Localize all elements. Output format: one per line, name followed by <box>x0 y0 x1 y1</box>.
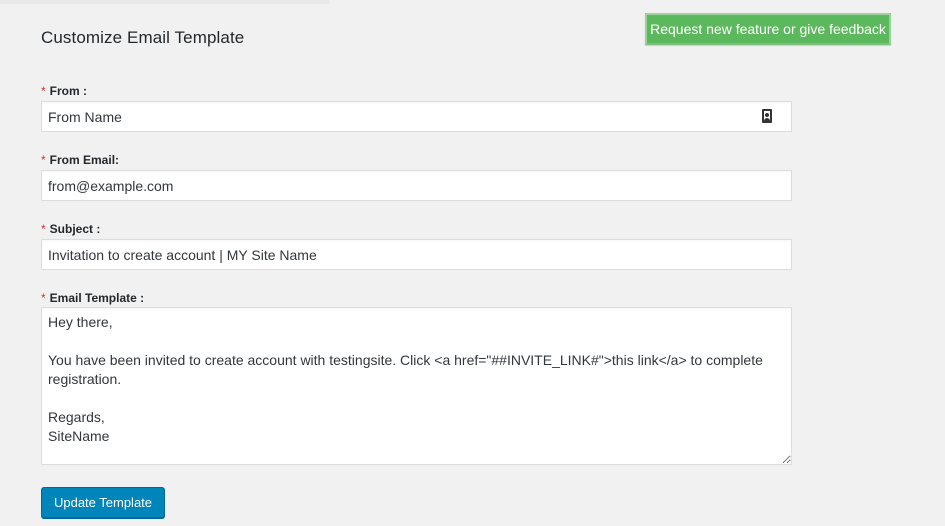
feedback-button[interactable]: Request new feature or give feedback <box>645 13 891 45</box>
from-label-text: From : <box>49 84 88 98</box>
contact-card-icon[interactable] <box>762 109 772 123</box>
from-name-input[interactable] <box>41 101 792 132</box>
from-label: * From : <box>41 84 87 98</box>
update-template-button[interactable]: Update Template <box>41 487 165 518</box>
subject-label-text: Subject : <box>49 222 101 236</box>
required-marker: * <box>41 84 46 98</box>
required-marker: * <box>41 291 46 305</box>
email-template-label: * Email Template : <box>41 291 144 305</box>
required-marker: * <box>41 153 46 167</box>
from-email-input[interactable] <box>41 170 792 201</box>
email-template-label-text: Email Template : <box>49 291 145 305</box>
top-edge-strip <box>0 0 330 4</box>
page-title: Customize Email Template <box>41 28 245 47</box>
from-email-label-text: From Email: <box>49 153 120 167</box>
required-marker: * <box>41 222 46 236</box>
from-email-label: * From Email: <box>41 153 119 167</box>
subject-input[interactable] <box>41 239 792 270</box>
email-template-textarea[interactable]: Hey there, You have been invited to crea… <box>41 307 792 465</box>
subject-label: * Subject : <box>41 222 100 236</box>
